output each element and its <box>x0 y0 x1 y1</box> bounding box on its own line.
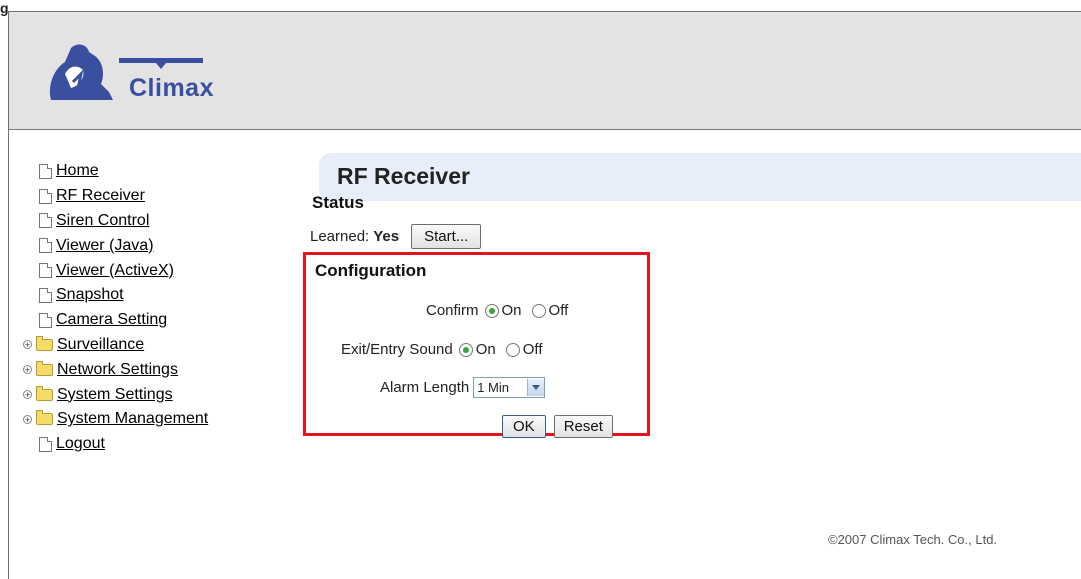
nav-link[interactable]: Network Settings <box>57 361 178 379</box>
header-bar: Climax <box>9 12 1081 130</box>
confirm-label: Confirm <box>426 302 479 319</box>
exit-entry-on-radio[interactable] <box>458 342 473 357</box>
expand-plus-icon[interactable]: + <box>23 340 32 350</box>
nav-item-network-settings[interactable]: + Network Settings <box>23 357 208 382</box>
nav-item-viewer-activex[interactable]: Viewer (ActiveX) <box>23 258 208 283</box>
nav-item-logout[interactable]: Logout <box>23 432 208 457</box>
config-buttons-row: OK Reset <box>502 415 613 438</box>
folder-icon <box>36 385 53 401</box>
copyright-text: ©2007 Climax Tech. Co., Ltd. <box>828 532 998 547</box>
nav-item-surveillance[interactable]: + Surveillance <box>23 333 208 358</box>
folder-icon <box>36 360 53 376</box>
expand-plus-icon[interactable]: + <box>23 414 32 424</box>
expand-plus-icon[interactable]: + <box>23 365 32 375</box>
document-icon <box>39 238 52 254</box>
nav-link[interactable]: Viewer (Java) <box>56 237 154 255</box>
nav-link[interactable]: System Settings <box>57 386 173 404</box>
climax-logo: Climax <box>43 34 243 114</box>
alarm-length-value: 1 Min <box>477 380 510 395</box>
start-button[interactable]: Start... <box>411 224 482 249</box>
learned-label: Learned: <box>310 228 370 245</box>
configuration-heading: Configuration <box>315 261 427 280</box>
exit-entry-row: Exit/Entry Sound On Off <box>341 341 542 358</box>
nav-link[interactable]: RF Receiver <box>56 187 145 205</box>
confirm-on-label[interactable]: On <box>502 302 522 319</box>
page-title-banner: RF Receiver <box>319 153 1081 201</box>
document-icon <box>39 312 52 328</box>
nav-item-viewer-java[interactable]: Viewer (Java) <box>23 233 208 258</box>
nav-link[interactable]: Surveillance <box>57 336 144 354</box>
nav-link[interactable]: Logout <box>56 435 105 453</box>
nav-link[interactable]: Snapshot <box>56 286 124 304</box>
folder-icon <box>36 335 53 351</box>
nav-item-camera-setting[interactable]: Camera Setting <box>23 308 208 333</box>
confirm-on-radio[interactable] <box>484 303 499 318</box>
nav-item-system-settings[interactable]: + System Settings <box>23 382 208 407</box>
exit-entry-off-label[interactable]: Off <box>523 341 543 358</box>
confirm-row: Confirm On Off <box>426 302 568 319</box>
status-heading: Status <box>312 193 364 212</box>
nav-link[interactable]: Home <box>56 162 99 180</box>
page-title: RF Receiver <box>337 163 470 189</box>
document-icon <box>39 188 52 204</box>
alarm-length-select[interactable]: 1 Min <box>473 377 546 398</box>
document-icon <box>39 163 52 179</box>
nav-item-home[interactable]: Home <box>23 159 208 184</box>
exit-entry-label: Exit/Entry Sound <box>341 341 453 358</box>
ok-button[interactable]: OK <box>502 415 546 438</box>
learned-row: Learned: Yes Start... <box>310 224 482 249</box>
folder-icon <box>36 410 53 426</box>
nav-item-snapshot[interactable]: Snapshot <box>23 283 208 308</box>
alarm-length-row: Alarm Length 1 Min <box>380 377 546 398</box>
document-icon <box>39 213 52 229</box>
document-icon <box>39 263 52 279</box>
learned-value: Yes <box>373 228 400 245</box>
document-icon <box>39 287 52 303</box>
alarm-length-label: Alarm Length <box>380 379 470 396</box>
exit-entry-off-radio[interactable] <box>505 342 520 357</box>
confirm-off-radio[interactable] <box>531 303 546 318</box>
nav-item-system-management[interactable]: + System Management <box>23 407 208 432</box>
confirm-off-label[interactable]: Off <box>549 302 569 319</box>
nav-link[interactable]: System Management <box>57 410 208 428</box>
nav-item-siren-control[interactable]: Siren Control <box>23 209 208 234</box>
exit-entry-on-label[interactable]: On <box>476 341 496 358</box>
nav-link[interactable]: Siren Control <box>56 212 149 230</box>
nav-tree: Home RF Receiver Siren Control Viewer (Java… <box>23 159 208 457</box>
reset-button[interactable]: Reset <box>553 415 613 438</box>
document-icon <box>39 436 52 452</box>
nav-link[interactable]: Viewer (ActiveX) <box>56 262 174 280</box>
logo-text: Climax <box>129 74 214 102</box>
nav-item-rf-receiver[interactable]: RF Receiver <box>23 184 208 209</box>
configuration-highlight-box: Configuration Confirm On Off Exit/Entry … <box>303 252 650 438</box>
chevron-down-icon[interactable] <box>527 379 545 396</box>
nav-link[interactable]: Camera Setting <box>56 311 167 329</box>
expand-plus-icon[interactable]: + <box>23 390 32 400</box>
